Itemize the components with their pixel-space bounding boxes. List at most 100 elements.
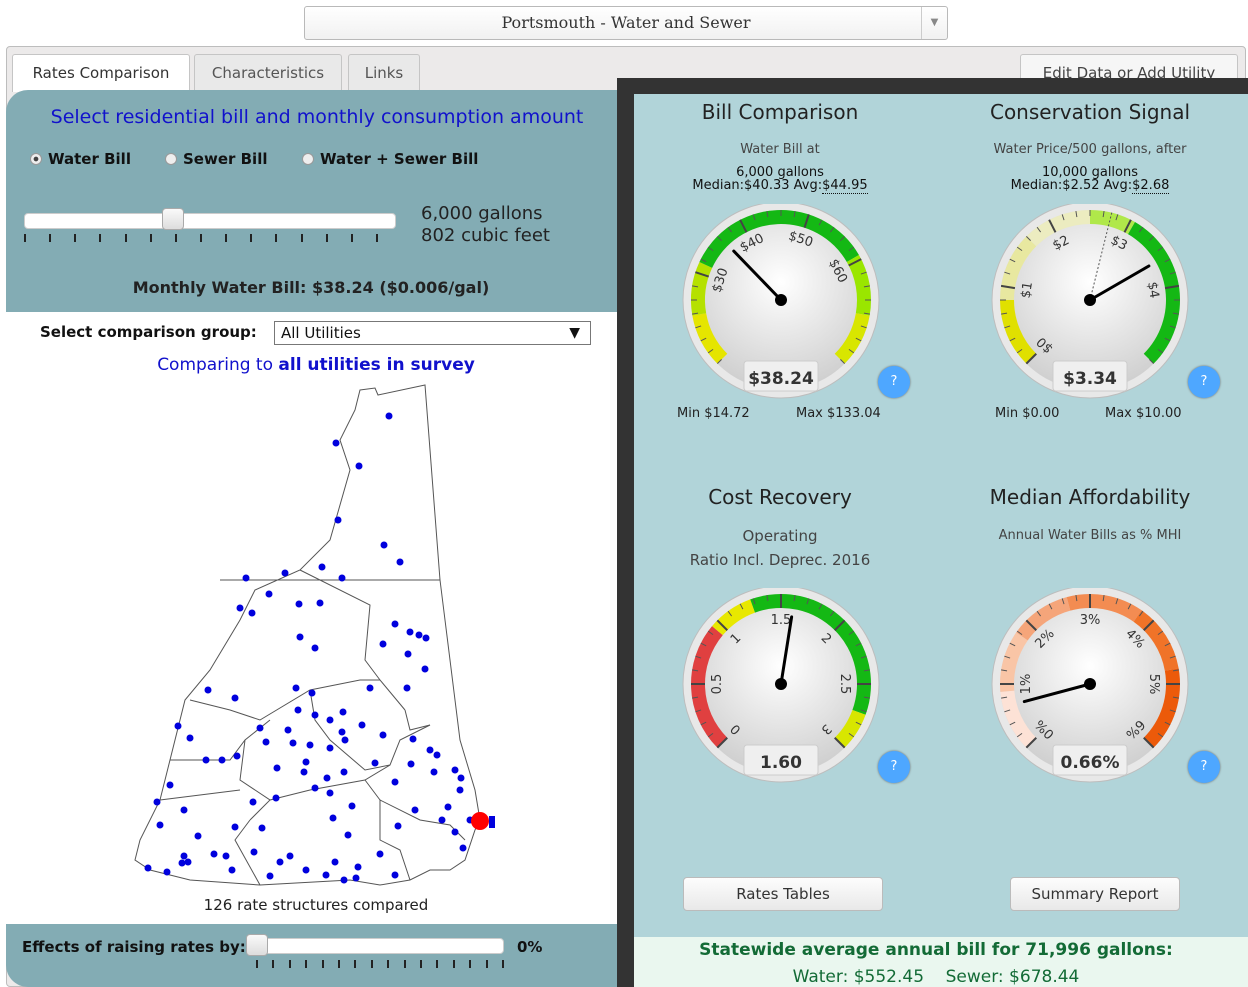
utility-select[interactable]: Portsmouth - Water and Sewer ▼ — [304, 6, 948, 40]
comparison-group-select[interactable]: All Utilities ▼ — [274, 321, 591, 345]
utility-dot — [341, 736, 349, 744]
utility-dot — [311, 784, 319, 792]
gauge-title: Conservation Signal — [989, 100, 1191, 124]
utility-dot — [236, 604, 244, 612]
utility-dot — [358, 721, 366, 729]
bill-selector-title: Select residential bill and monthly cons… — [50, 106, 584, 128]
county-line — [239, 739, 271, 821]
comparison-group-value: All Utilities — [281, 324, 361, 342]
slider-tick — [502, 960, 504, 968]
utility-dot — [249, 798, 257, 806]
utility-dot — [422, 634, 430, 642]
slider-tick — [74, 234, 77, 242]
utility-dot — [194, 832, 202, 840]
utility-dot — [289, 739, 297, 747]
radio-unchecked-icon — [165, 153, 177, 165]
gauge-subtitle-2: Ratio Incl. Deprec. 2016 — [689, 551, 871, 569]
utility-dot — [222, 852, 230, 860]
tab-links[interactable]: Links — [348, 54, 420, 90]
utility-dot — [262, 738, 270, 746]
utility-dot — [273, 764, 281, 772]
consumption-slider-track[interactable] — [24, 213, 396, 229]
utility-dot — [371, 759, 379, 767]
rates-tables-button[interactable]: Rates Tables — [683, 877, 883, 911]
county-line — [170, 719, 271, 761]
selected-utility-marker — [471, 812, 489, 830]
utility-dot — [366, 684, 374, 692]
slider-tick — [49, 234, 52, 242]
utility-dot — [228, 866, 236, 874]
utility-marker — [489, 816, 495, 828]
county-line — [269, 724, 431, 801]
utility-dot — [178, 859, 186, 867]
utility-dot — [153, 798, 161, 806]
county-line — [309, 689, 391, 771]
tab-characteristics[interactable]: Characteristics — [194, 54, 342, 90]
effects-value: 0% — [517, 938, 543, 956]
utility-dot — [233, 752, 241, 760]
radio-sewer-bill[interactable]: Sewer Bill — [165, 150, 268, 168]
utility-dot — [272, 794, 280, 802]
slider-tick — [174, 234, 177, 242]
effects-slider-track[interactable] — [246, 938, 504, 954]
utility-dot — [322, 871, 330, 879]
utility-dot — [403, 684, 411, 692]
utility-dot — [300, 768, 308, 776]
utility-dot — [385, 412, 393, 420]
slider-tick — [256, 960, 258, 968]
utility-dot — [326, 789, 334, 797]
utility-dot — [415, 631, 423, 639]
effects-slider-handle[interactable] — [246, 934, 268, 956]
utility-dot — [294, 706, 302, 714]
gauge-title: Cost Recovery — [708, 485, 852, 509]
utility-dot — [379, 640, 387, 648]
county-line — [159, 789, 241, 801]
utility-dot — [231, 694, 239, 702]
utility-dot — [355, 462, 363, 470]
cost-recovery-gauge: 00.511.522.531.60 — [682, 588, 880, 783]
radio-water-sewer-bill[interactable]: Water + Sewer Bill — [302, 150, 478, 168]
utility-dot — [338, 574, 346, 582]
gauge-subtitle: Water Price/500 gallons, after — [993, 142, 1187, 157]
utility-dot — [284, 726, 292, 734]
utility-dot — [379, 731, 387, 739]
utility-dot — [250, 848, 258, 856]
comparison-group-label: Select comparison group: — [40, 323, 257, 341]
summary-report-button[interactable]: Summary Report — [1010, 877, 1180, 911]
gauge-pivot — [1084, 678, 1096, 690]
gauge-tick-label: 1.5 — [771, 613, 792, 628]
gauge-tick-label: 0.5 — [710, 674, 725, 695]
nh-utility-map[interactable] — [130, 380, 500, 890]
utility-dot — [311, 711, 319, 719]
slider-tick — [305, 960, 308, 968]
slider-tick — [485, 960, 488, 968]
tab-rates-comparison[interactable]: Rates Comparison — [12, 54, 190, 92]
utility-dot — [326, 716, 334, 724]
utility-dot — [339, 708, 347, 716]
slider-tick — [350, 234, 353, 242]
county-line — [299, 569, 381, 681]
help-icon[interactable]: ? — [1188, 751, 1220, 783]
gauge-pivot — [1084, 294, 1096, 306]
radio-water-bill[interactable]: Water Bill — [30, 150, 131, 168]
utility-dot — [276, 858, 284, 866]
utility-dot — [286, 852, 294, 860]
help-icon[interactable]: ? — [878, 366, 910, 398]
consumption-slider-handle[interactable] — [162, 208, 184, 230]
utility-dot — [421, 665, 429, 673]
utility-dot — [340, 768, 348, 776]
effects-slider-ticks — [256, 960, 506, 968]
chevron-down-icon[interactable]: ▼ — [921, 7, 947, 39]
utility-dot — [331, 858, 339, 866]
help-icon[interactable]: ? — [878, 751, 910, 783]
statewide-values: Water: $552.45 Sewer: $678.44 — [792, 967, 1080, 987]
slider-tick — [272, 960, 275, 968]
caret-down-icon: ▼ — [569, 325, 580, 341]
utility-dot — [391, 871, 399, 879]
utility-dot — [202, 756, 210, 764]
utility-dot — [329, 814, 337, 822]
help-icon[interactable]: ? — [1188, 366, 1220, 398]
utility-dot — [376, 850, 384, 858]
gauge-tick-label: 3% — [1080, 613, 1101, 628]
effects-label: Effects of raising rates by: — [22, 938, 246, 956]
